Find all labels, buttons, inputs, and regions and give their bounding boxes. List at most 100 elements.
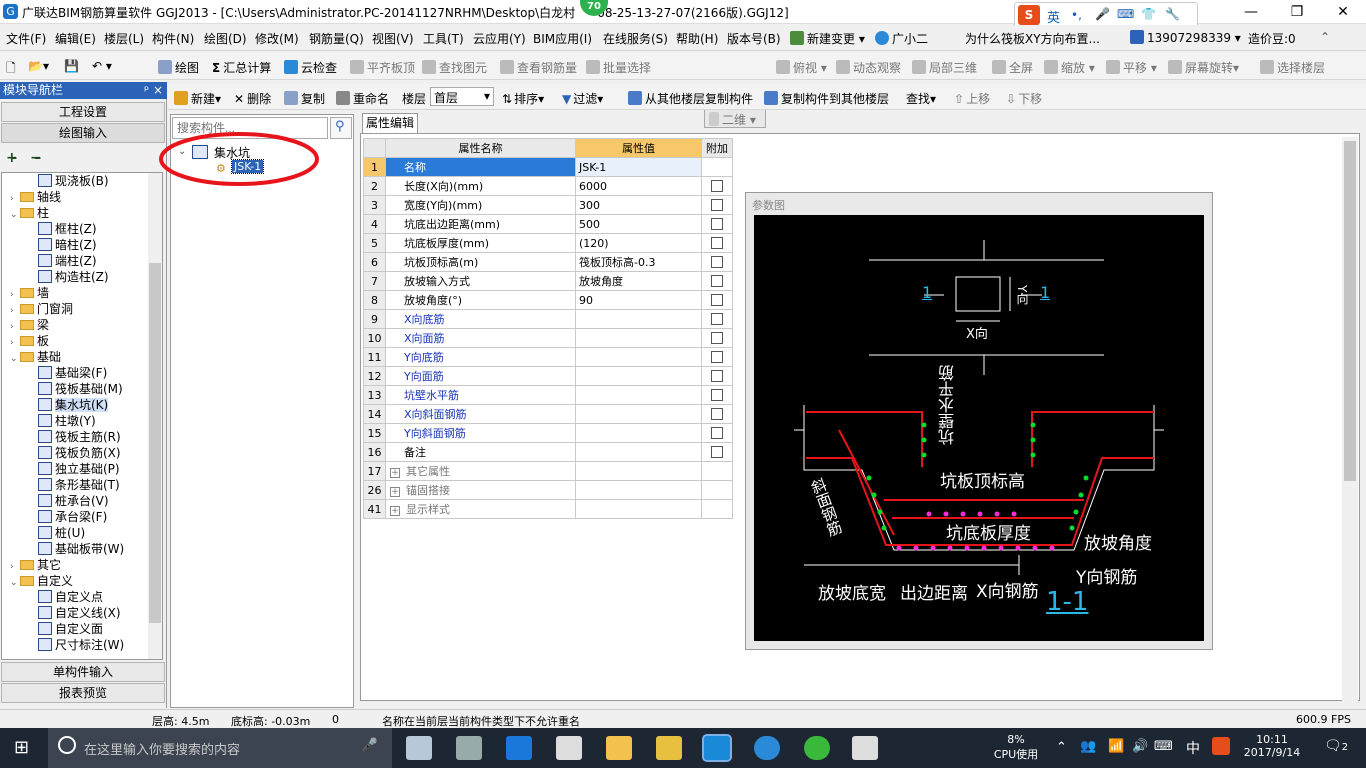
- tree-item[interactable]: 承台梁(F): [38, 509, 107, 525]
- property-value[interactable]: [575, 366, 702, 386]
- property-row[interactable]: 4 坑底出边距离(mm) 500: [363, 214, 733, 234]
- property-row[interactable]: 14 X向斜面钢筋: [363, 404, 733, 424]
- question-link[interactable]: 为什么筏板XY方向布置...: [965, 30, 1100, 47]
- menu-help[interactable]: 帮助(H): [676, 30, 718, 47]
- tree-item[interactable]: 筏板负筋(X): [38, 445, 121, 461]
- property-row[interactable]: 17 + 其它属性: [363, 461, 733, 481]
- collapse-all-icon[interactable]: −̵: [30, 150, 42, 166]
- property-value[interactable]: JSK-1: [575, 157, 702, 177]
- tree-item[interactable]: 独立基础(P): [38, 461, 120, 477]
- find-element-button[interactable]: 查找图元: [422, 59, 487, 76]
- notification-center-icon[interactable]: 🗨2: [1324, 738, 1348, 754]
- extra-checkbox[interactable]: [711, 217, 723, 230]
- menu-version[interactable]: 版本号(B): [727, 30, 781, 47]
- menu-tools[interactable]: 工具(T): [423, 30, 464, 47]
- tree-item[interactable]: 条形基础(T): [38, 477, 120, 493]
- extra-checkbox[interactable]: [711, 388, 723, 401]
- tree-expander-icon[interactable]: ⌄: [10, 351, 20, 367]
- tree-item[interactable]: 自定义线(X): [38, 605, 121, 621]
- filter-button[interactable]: ▼ 过滤▾: [562, 90, 603, 107]
- settings-icon[interactable]: 🔧: [1165, 7, 1180, 21]
- property-row[interactable]: 11 Y向底筋: [363, 347, 733, 367]
- tree-expander-icon[interactable]: ⌄: [10, 207, 20, 223]
- tree-scroll-thumb[interactable]: [149, 263, 161, 623]
- taskbar-search[interactable]: 在这里输入你要搜索的内容 🎤: [48, 728, 392, 768]
- align-top-button[interactable]: 平齐板顶: [350, 59, 415, 76]
- glodon-app-icon[interactable]: [702, 734, 732, 762]
- property-value[interactable]: 500: [575, 214, 702, 234]
- expand-group-icon[interactable]: +: [390, 487, 400, 497]
- batch-select-button[interactable]: 批量选择: [586, 59, 651, 76]
- tree-item[interactable]: 基础梁(F): [38, 365, 107, 381]
- property-row[interactable]: 3 宽度(Y向)(mm) 300: [363, 195, 733, 215]
- property-value[interactable]: [575, 423, 702, 443]
- tree-item[interactable]: 筏板基础(M): [38, 381, 123, 397]
- property-row[interactable]: 7 放坡输入方式 放坡角度: [363, 271, 733, 291]
- app-icon-5[interactable]: [852, 736, 878, 760]
- property-row[interactable]: 2 长度(X向)(mm) 6000: [363, 176, 733, 196]
- tree-item[interactable]: 柱墩(Y): [38, 413, 96, 429]
- copy-from-floor-button[interactable]: 从其他楼层复制构件: [628, 90, 753, 107]
- tree-folder[interactable]: › 其它: [10, 557, 61, 573]
- clock[interactable]: 10:11 2017/9/14: [1242, 733, 1302, 759]
- delete-button[interactable]: ✕ 删除: [234, 90, 271, 107]
- property-row[interactable]: 16 备注: [363, 442, 733, 462]
- menu-bim[interactable]: BIM应用(I): [533, 30, 592, 47]
- tree-item[interactable]: 构造柱(Z): [38, 269, 109, 285]
- extra-checkbox[interactable]: [711, 407, 723, 420]
- floor-select[interactable]: 首层 ▾: [430, 87, 494, 106]
- top-view-button[interactable]: 俯视 ▾: [776, 59, 827, 76]
- property-scrollbar[interactable]: [1342, 137, 1358, 701]
- property-value[interactable]: 放坡角度: [575, 271, 702, 291]
- property-row[interactable]: 1 名称 JSK-1: [363, 157, 733, 177]
- copy-to-floor-button[interactable]: 复制构件到其他楼层: [764, 90, 889, 107]
- property-row[interactable]: 10 X向面筋: [363, 328, 733, 348]
- tree-folder[interactable]: › 板: [10, 333, 49, 349]
- single-input-button[interactable]: 单构件输入: [1, 662, 165, 682]
- file-explorer-icon[interactable]: [606, 736, 632, 760]
- minimize-button[interactable]: —: [1228, 0, 1274, 24]
- tree-item[interactable]: 自定义面: [38, 621, 103, 637]
- property-value[interactable]: 筏板顶标高-0.3: [575, 252, 702, 272]
- menu-draw[interactable]: 绘图(D): [204, 30, 247, 47]
- fullscreen-button[interactable]: 全屏: [992, 59, 1033, 76]
- store-icon[interactable]: [556, 736, 582, 760]
- ime-language[interactable]: 英: [1047, 7, 1060, 26]
- property-row[interactable]: 41 + 显示样式: [363, 499, 733, 519]
- extra-checkbox[interactable]: [711, 331, 723, 344]
- extra-checkbox[interactable]: [711, 312, 723, 325]
- tree-folder[interactable]: › 梁: [10, 317, 49, 333]
- tree-item[interactable]: 基础板带(W): [38, 541, 124, 557]
- skin-icon[interactable]: 👕: [1141, 7, 1156, 21]
- wifi-icon[interactable]: 📶: [1108, 739, 1124, 754]
- zoom-button[interactable]: 缩放 ▾: [1044, 59, 1095, 76]
- menu-view[interactable]: 视图(V): [372, 30, 414, 47]
- undo-icon[interactable]: ↶ ▾: [92, 59, 112, 73]
- property-value[interactable]: [575, 442, 702, 462]
- menu-cloud[interactable]: 云应用(Y): [473, 30, 526, 47]
- menu-edit[interactable]: 编辑(E): [55, 30, 96, 47]
- menu-component[interactable]: 构件(N): [152, 30, 194, 47]
- close-button[interactable]: ✕: [1320, 0, 1366, 24]
- report-preview-button[interactable]: 报表预览: [1, 683, 165, 703]
- property-value[interactable]: [575, 309, 702, 329]
- cpu-usage[interactable]: 8% CPU使用: [988, 733, 1044, 762]
- menu-modify[interactable]: 修改(M): [255, 30, 299, 47]
- keyboard-tray-icon[interactable]: ⌨: [1154, 739, 1173, 754]
- edge-browser-icon[interactable]: [506, 736, 532, 760]
- property-value[interactable]: [575, 385, 702, 405]
- extra-checkbox[interactable]: [711, 236, 723, 249]
- expand-group-icon[interactable]: +: [390, 506, 400, 516]
- property-row[interactable]: 6 坑板顶标高(m) 筏板顶标高-0.3: [363, 252, 733, 272]
- extra-checkbox[interactable]: [711, 274, 723, 287]
- property-row[interactable]: 15 Y向斜面钢筋: [363, 423, 733, 443]
- volume-icon[interactable]: 🔊: [1132, 739, 1148, 754]
- select-floor-button[interactable]: 选择楼层: [1260, 59, 1325, 76]
- extra-checkbox[interactable]: [711, 369, 723, 382]
- property-row[interactable]: 12 Y向面筋: [363, 366, 733, 386]
- extra-checkbox[interactable]: [711, 350, 723, 363]
- cloud-check-button[interactable]: 云检查: [284, 59, 337, 76]
- extra-checkbox[interactable]: [711, 255, 723, 268]
- property-value[interactable]: 90: [575, 290, 702, 310]
- extra-checkbox[interactable]: [711, 293, 723, 306]
